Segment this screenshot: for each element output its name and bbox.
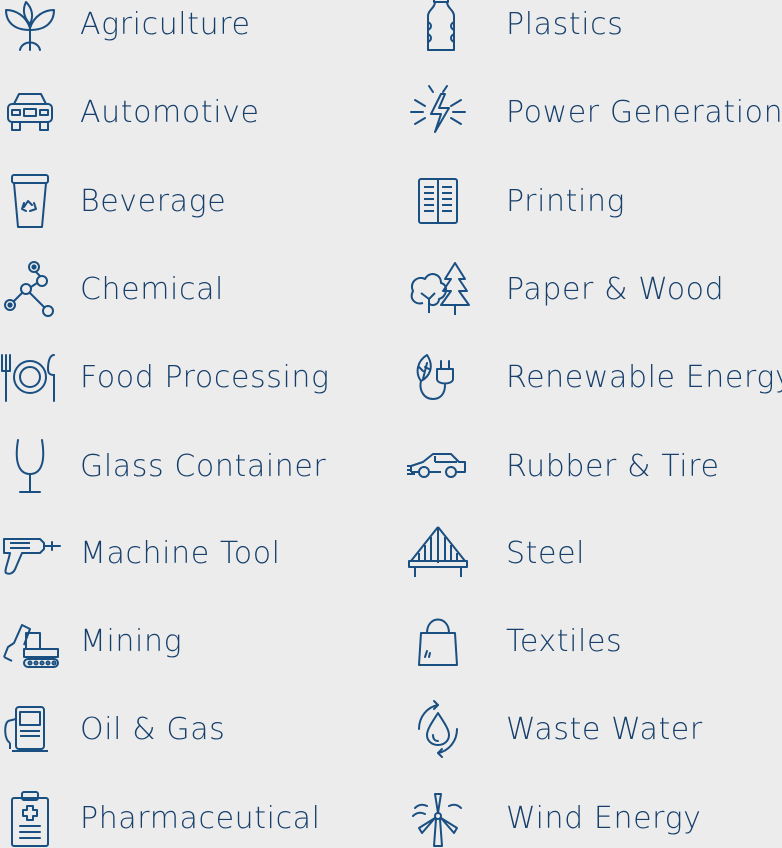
water-drop-cycle-icon (405, 699, 506, 759)
industry-item-printing[interactable]: Printing (405, 171, 625, 231)
industry-label: Steel (506, 535, 586, 571)
industry-item-machine-tool[interactable]: Machine Tool (0, 523, 281, 583)
trees-icon (405, 259, 506, 319)
lightning-burst-icon (405, 82, 506, 142)
drill-icon (0, 523, 62, 583)
industry-item-pharmaceutical[interactable]: Pharmaceutical (0, 788, 321, 848)
car-front-icon (0, 82, 62, 142)
open-book-icon (405, 171, 506, 231)
fuel-pump-icon (0, 699, 62, 759)
industry-label: Printing (506, 183, 626, 219)
leaf-plug-icon (405, 347, 506, 407)
industry-label: Chemical (80, 271, 224, 307)
industry-item-agriculture[interactable]: Agriculture (0, 0, 251, 54)
industry-label: Automotive (80, 94, 260, 130)
industry-label: Glass Container (80, 448, 327, 484)
industry-item-waste-water[interactable]: Waste Water (405, 699, 703, 759)
industry-label: Rubber & Tire (506, 448, 720, 484)
suspension-bridge-icon (405, 523, 506, 583)
plate-cutlery-icon (0, 347, 62, 407)
recycling-cup-icon (0, 171, 62, 231)
industry-label: Wind Energy (506, 800, 702, 836)
industry-label: Renewable Energy (506, 359, 782, 395)
industry-label: Oil & Gas (80, 711, 226, 747)
industry-label: Plastics (506, 6, 624, 42)
industry-item-mining[interactable]: Mining (0, 611, 182, 671)
industry-item-chemical[interactable]: Chemical (0, 259, 224, 319)
industry-label: Textiles (506, 623, 623, 659)
industry-item-rubber-tire[interactable]: Rubber & Tire (405, 436, 720, 496)
excavator-icon (0, 611, 62, 671)
wind-turbine-icon (405, 788, 506, 848)
wine-glass-icon (0, 436, 62, 496)
industry-item-paper-wood[interactable]: Paper & Wood (405, 259, 724, 319)
plant-sprout-icon (0, 0, 62, 54)
industry-item-wind-energy[interactable]: Wind Energy (405, 788, 702, 848)
industry-label: Paper & Wood (506, 271, 725, 307)
industry-item-power-generation[interactable]: Power Generation (405, 82, 782, 142)
industry-label: Agriculture (80, 6, 251, 42)
industry-item-textiles[interactable]: Textiles (405, 611, 622, 671)
industry-label: Machine Tool (80, 535, 281, 571)
car-side-icon (405, 436, 506, 496)
industry-label: Power Generation (506, 94, 782, 130)
industry-label: Food Processing (80, 359, 330, 395)
industry-label: Waste Water (506, 711, 703, 747)
industry-label: Beverage (80, 183, 227, 219)
industry-item-food-processing[interactable]: Food Processing (0, 347, 330, 407)
industry-item-steel[interactable]: Steel (405, 523, 585, 583)
industries-grid: Agriculture Automotive Beverage Chemical… (0, 0, 782, 841)
industry-item-renewable-energy[interactable]: Renewable Energy (405, 347, 782, 407)
plastic-bottle-icon (405, 0, 506, 54)
medical-clipboard-icon (0, 788, 62, 848)
molecule-icon (0, 259, 62, 319)
industry-item-glass-container[interactable]: Glass Container (0, 436, 326, 496)
shopping-bag-icon (405, 611, 506, 671)
industry-item-beverage[interactable]: Beverage (0, 171, 226, 231)
industry-item-plastics[interactable]: Plastics (405, 0, 623, 54)
industry-item-automotive[interactable]: Automotive (0, 82, 260, 142)
industry-label: Mining (80, 623, 183, 659)
industry-label: Pharmaceutical (80, 800, 321, 836)
industry-item-oil-gas[interactable]: Oil & Gas (0, 699, 225, 759)
